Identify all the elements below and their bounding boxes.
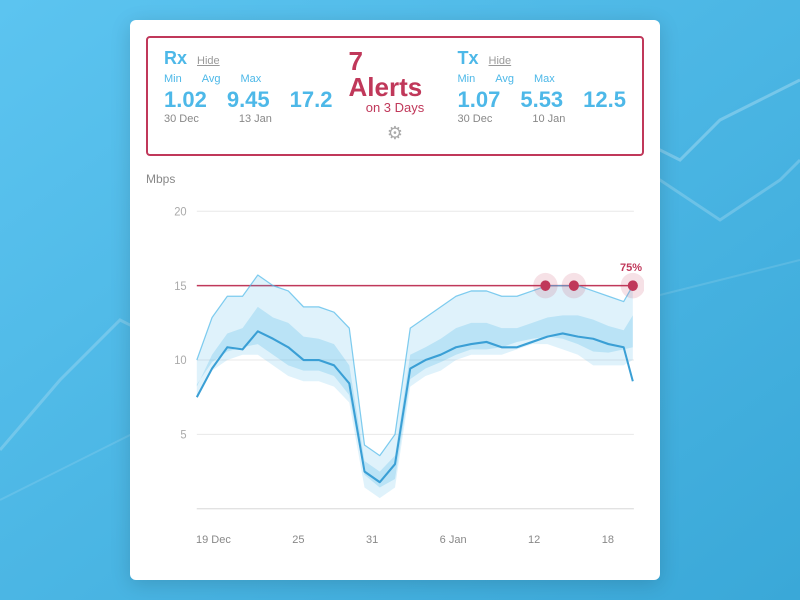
x-label-1: 25 xyxy=(292,534,304,546)
x-label-0: 19 Dec xyxy=(196,534,231,546)
tx-max-value: 12.5 xyxy=(583,87,626,113)
rx-min-date: 30 Dec xyxy=(164,113,199,125)
svg-text:15: 15 xyxy=(174,281,186,293)
x-axis: 19 Dec 25 31 6 Jan 12 18 xyxy=(146,530,644,546)
chart-svg: 20 15 10 5 xyxy=(146,190,644,530)
chart-container: 75% 20 15 10 5 xyxy=(146,190,644,530)
tx-hide-link[interactable]: Hide xyxy=(489,55,512,67)
main-card: Rx Hide Min Avg Max 1.02 9.45 17.2 30 De… xyxy=(130,20,660,580)
alerts-center: 7 Alerts on 3 Days ⚙ xyxy=(332,48,457,144)
rx-min-label: Min xyxy=(164,73,182,85)
x-label-4: 12 xyxy=(528,534,540,546)
rx-max-label: Max xyxy=(241,73,262,85)
tx-min-value: 1.07 xyxy=(458,87,501,113)
stats-box: Rx Hide Min Avg Max 1.02 9.45 17.2 30 De… xyxy=(146,36,644,156)
tx-min-label: Min xyxy=(458,73,476,85)
svg-text:5: 5 xyxy=(180,429,186,441)
x-label-2: 31 xyxy=(366,534,378,546)
y-axis-label: Mbps xyxy=(146,172,644,186)
svg-text:10: 10 xyxy=(174,355,186,367)
rx-max-value: 17.2 xyxy=(290,87,333,113)
rx-group: Rx Hide Min Avg Max 1.02 9.45 17.2 30 De… xyxy=(164,48,332,125)
rx-avg-label: Avg xyxy=(202,73,221,85)
tx-dates: 30 Dec 10 Jan xyxy=(458,113,626,125)
tx-max-label: Max xyxy=(534,73,555,85)
chart-area: Mbps 75% 20 15 10 5 xyxy=(146,172,644,546)
svg-text:20: 20 xyxy=(174,206,186,218)
rx-avg-value: 9.45 xyxy=(227,87,270,113)
tx-avg-label: Avg xyxy=(495,73,514,85)
rx-values: 1.02 9.45 17.2 xyxy=(164,87,332,113)
tx-avg-value: 5.53 xyxy=(520,87,563,113)
rx-labels: Min Avg Max xyxy=(164,73,332,85)
rx-max-date: 13 Jan xyxy=(239,113,272,125)
x-label-3: 6 Jan xyxy=(440,534,467,546)
rx-min-value: 1.02 xyxy=(164,87,207,113)
tx-title: Tx xyxy=(458,48,479,69)
x-label-5: 18 xyxy=(602,534,614,546)
threshold-label: 75% xyxy=(620,262,642,274)
gear-icon[interactable]: ⚙ xyxy=(387,123,403,144)
tx-min-date: 30 Dec xyxy=(458,113,493,125)
rx-hide-link[interactable]: Hide xyxy=(197,55,220,67)
rx-title: Rx xyxy=(164,48,187,69)
alerts-count: 7 Alerts xyxy=(348,48,441,100)
alerts-subtitle: on 3 Days xyxy=(366,100,425,115)
tx-group: Tx Hide Min Avg Max 1.07 5.53 12.5 30 De… xyxy=(458,48,626,125)
tx-labels: Min Avg Max xyxy=(458,73,626,85)
tx-max-date: 10 Jan xyxy=(532,113,565,125)
tx-values: 1.07 5.53 12.5 xyxy=(458,87,626,113)
rx-dates: 30 Dec 13 Jan xyxy=(164,113,332,125)
